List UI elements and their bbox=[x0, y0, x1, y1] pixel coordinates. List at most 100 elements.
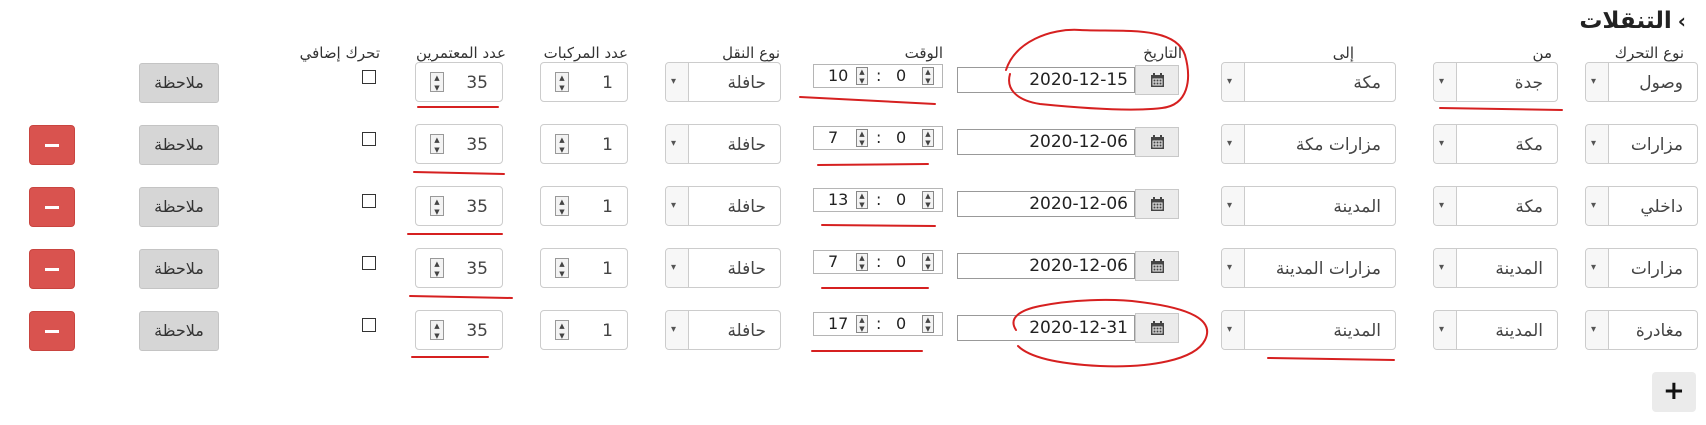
time-field[interactable]: 17 ▲ ▼:0 ▲ ▼ bbox=[813, 312, 943, 336]
hour-spinner[interactable]: ▲ ▼ bbox=[856, 67, 868, 85]
calendar-button[interactable] bbox=[1135, 65, 1179, 95]
minute-spinner[interactable]: ▲ ▼ bbox=[922, 67, 934, 85]
note-button[interactable]: ملاحظة bbox=[139, 311, 219, 351]
pilgrims-input[interactable]: ▲ ▼ 35 bbox=[415, 186, 503, 226]
dropdown-arrow: ▾ bbox=[1222, 187, 1245, 225]
transport-select[interactable]: ▾ حافلة bbox=[665, 62, 781, 102]
from-select[interactable]: ▾ المدينة bbox=[1433, 248, 1558, 288]
vehicles-spinner[interactable]: ▲ ▼ bbox=[555, 134, 569, 154]
pilgrims-input[interactable]: ▲ ▼ 35 bbox=[415, 248, 503, 288]
to-select[interactable]: ▾ المدينة bbox=[1221, 310, 1396, 350]
vehicles-spinner[interactable]: ▲ ▼ bbox=[555, 72, 569, 92]
calendar-button[interactable] bbox=[1135, 127, 1179, 157]
to-select[interactable]: ▾ مزارات مكة bbox=[1221, 124, 1396, 164]
minute-value: 0 bbox=[896, 66, 907, 85]
calendar-button[interactable] bbox=[1135, 251, 1179, 281]
dropdown-arrow: ▾ bbox=[1586, 63, 1609, 101]
vehicles-spinner[interactable]: ▲ ▼ bbox=[555, 196, 569, 216]
extra-move-checkbox[interactable] bbox=[362, 70, 376, 84]
vehicles-value: 1 bbox=[602, 135, 613, 155]
hour-spinner[interactable]: ▲ ▼ bbox=[856, 253, 868, 271]
hour-spinner[interactable]: ▲ ▼ bbox=[856, 191, 868, 209]
chevron-down-icon: ▾ bbox=[671, 200, 677, 211]
dropdown-arrow: ▾ bbox=[666, 187, 689, 225]
note-button[interactable]: ملاحظة bbox=[139, 63, 219, 103]
from-select[interactable]: ▾ المدينة bbox=[1433, 310, 1558, 350]
chevron-down-icon: ▾ bbox=[1439, 138, 1445, 149]
move-type-select[interactable]: ▾ وصول bbox=[1585, 62, 1698, 102]
date-field[interactable]: 2020-12-15 bbox=[957, 67, 1135, 93]
from-select-value: جدة bbox=[1514, 73, 1543, 93]
hour-value: 17 bbox=[828, 314, 849, 333]
date-field[interactable]: 2020-12-06 bbox=[957, 129, 1135, 155]
move-type-select[interactable]: ▾ مزارات bbox=[1585, 248, 1698, 288]
time-field[interactable]: 13 ▲ ▼:0 ▲ ▼ bbox=[813, 188, 943, 212]
vehicles-input[interactable]: ▲ ▼ 1 bbox=[540, 124, 628, 164]
delete-row-button[interactable] bbox=[29, 187, 75, 227]
vehicles-input[interactable]: ▲ ▼ 1 bbox=[540, 62, 628, 102]
date-field[interactable]: 2020-12-06 bbox=[957, 191, 1135, 217]
vehicles-spinner[interactable]: ▲ ▼ bbox=[555, 258, 569, 278]
extra-move-checkbox[interactable] bbox=[362, 256, 376, 270]
calendar-button[interactable] bbox=[1135, 313, 1179, 343]
delete-row-button[interactable] bbox=[29, 311, 75, 351]
dropdown-arrow: ▾ bbox=[1434, 125, 1457, 163]
calendar-button[interactable] bbox=[1135, 189, 1179, 219]
from-select[interactable]: ▾ جدة bbox=[1433, 62, 1558, 102]
minute-spinner[interactable]: ▲ ▼ bbox=[922, 253, 934, 271]
date-field[interactable]: 2020-12-31 bbox=[957, 315, 1135, 341]
from-select[interactable]: ▾ مكة bbox=[1433, 124, 1558, 164]
pilgrims-spinner[interactable]: ▲ ▼ bbox=[430, 196, 444, 216]
move-type-select[interactable]: ▾ مزارات bbox=[1585, 124, 1698, 164]
minute-spinner[interactable]: ▲ ▼ bbox=[922, 315, 934, 333]
time-field[interactable]: 7 ▲ ▼:0 ▲ ▼ bbox=[813, 126, 943, 150]
vehicles-input[interactable]: ▲ ▼ 1 bbox=[540, 186, 628, 226]
header-pilgrims: عدد المعتمرين bbox=[416, 44, 506, 62]
minute-spinner[interactable]: ▲ ▼ bbox=[922, 129, 934, 147]
transport-select-value: حافلة bbox=[727, 73, 766, 93]
from-select[interactable]: ▾ مكة bbox=[1433, 186, 1558, 226]
minus-icon bbox=[45, 144, 59, 147]
pilgrims-spinner[interactable]: ▲ ▼ bbox=[430, 320, 444, 340]
vehicles-input[interactable]: ▲ ▼ 1 bbox=[540, 248, 628, 288]
header-from: من bbox=[1532, 44, 1552, 62]
delete-row-button[interactable] bbox=[29, 125, 75, 165]
hour-value: 7 bbox=[828, 252, 839, 271]
pilgrims-input[interactable]: ▲ ▼ 35 bbox=[415, 310, 503, 350]
pilgrims-input[interactable]: ▲ ▼ 35 bbox=[415, 124, 503, 164]
extra-move-checkbox[interactable] bbox=[362, 194, 376, 208]
chevron-down-icon: ▾ bbox=[1439, 200, 1445, 211]
time-field[interactable]: 7 ▲ ▼:0 ▲ ▼ bbox=[813, 250, 943, 274]
to-select[interactable]: ▾ مزارات المدينة bbox=[1221, 248, 1396, 288]
note-button[interactable]: ملاحظة bbox=[139, 187, 219, 227]
add-row-button[interactable]: + bbox=[1652, 372, 1696, 412]
dropdown-arrow: ▾ bbox=[666, 125, 689, 163]
move-type-select[interactable]: ▾ مغادرة bbox=[1585, 310, 1698, 350]
minute-spinner[interactable]: ▲ ▼ bbox=[922, 191, 934, 209]
to-select[interactable]: ▾ مكة bbox=[1221, 62, 1396, 102]
vehicles-input[interactable]: ▲ ▼ 1 bbox=[540, 310, 628, 350]
to-select[interactable]: ▾ المدينة bbox=[1221, 186, 1396, 226]
note-button[interactable]: ملاحظة bbox=[139, 125, 219, 165]
hour-spinner[interactable]: ▲ ▼ bbox=[856, 129, 868, 147]
note-button[interactable]: ملاحظة bbox=[139, 249, 219, 289]
chevron-icon[interactable]: › bbox=[1678, 9, 1686, 33]
minus-icon bbox=[45, 206, 59, 209]
pilgrims-spinner[interactable]: ▲ ▼ bbox=[430, 258, 444, 278]
transport-select[interactable]: ▾ حافلة bbox=[665, 186, 781, 226]
pilgrims-spinner[interactable]: ▲ ▼ bbox=[430, 72, 444, 92]
transport-select[interactable]: ▾ حافلة bbox=[665, 310, 781, 350]
movements-form: › التنقلات نوع التحرك من إلى التاريخ الو… bbox=[0, 0, 1706, 425]
move-type-select[interactable]: ▾ داخلي bbox=[1585, 186, 1698, 226]
time-field[interactable]: 10 ▲ ▼:0 ▲ ▼ bbox=[813, 64, 943, 88]
transport-select[interactable]: ▾ حافلة bbox=[665, 248, 781, 288]
vehicles-spinner[interactable]: ▲ ▼ bbox=[555, 320, 569, 340]
delete-row-button[interactable] bbox=[29, 249, 75, 289]
extra-move-checkbox[interactable] bbox=[362, 318, 376, 332]
pilgrims-spinner[interactable]: ▲ ▼ bbox=[430, 134, 444, 154]
date-field[interactable]: 2020-12-06 bbox=[957, 253, 1135, 279]
extra-move-checkbox[interactable] bbox=[362, 132, 376, 146]
hour-spinner[interactable]: ▲ ▼ bbox=[856, 315, 868, 333]
pilgrims-input[interactable]: ▲ ▼ 35 bbox=[415, 62, 503, 102]
transport-select[interactable]: ▾ حافلة bbox=[665, 124, 781, 164]
